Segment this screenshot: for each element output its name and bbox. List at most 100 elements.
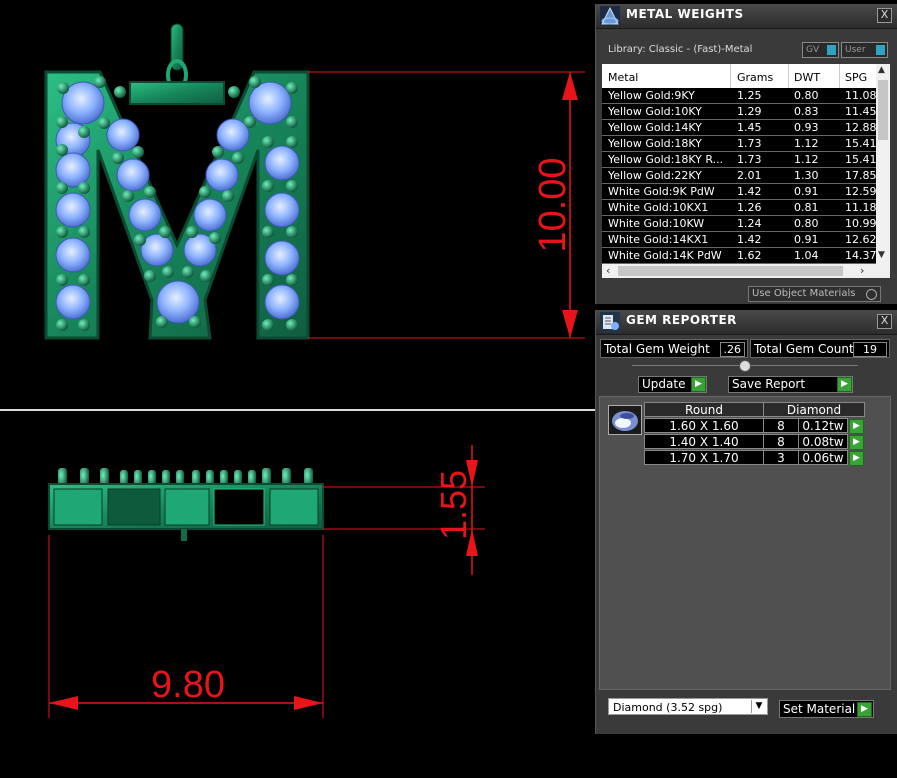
round-diamond-icon[interactable]	[608, 405, 642, 435]
metal-table-vscrollbar[interactable]: ▲ ▼	[876, 64, 890, 264]
set-material-button-label: Set Material	[783, 702, 856, 716]
gem-reporter-icon	[600, 312, 620, 332]
gem-count-cell: 3	[763, 450, 799, 465]
radio-knob-icon	[866, 289, 877, 300]
gem-row-action-icon[interactable]: ▶	[849, 451, 864, 466]
height-dimension-label: 10.00	[532, 157, 574, 252]
metal-name-cell: Yellow Gold:10KY	[608, 105, 702, 118]
gem-reporter-panel: GEM REPORTER X Total Gem Weight .26 Tota…	[595, 310, 897, 734]
gem-list-area: Round Diamond 1.60 X 1.60 8 0.12tw ▶ 1.40 X …	[599, 396, 891, 690]
gem-reporter-title: GEM REPORTER	[626, 313, 737, 327]
cad-drawing: 10.00 1.55 9.80	[0, 23, 595, 718]
close-icon[interactable]: X	[877, 314, 892, 329]
metal-name-cell: Yellow Gold:14KY	[608, 121, 702, 134]
splitter-handle[interactable]	[739, 360, 751, 372]
col-header-spg[interactable]: SPG	[845, 71, 867, 84]
metal-table-row[interactable]: Yellow Gold:22KY 2.01 1.30 17.85	[602, 168, 877, 184]
metal-table-row[interactable]: White Gold:10KW 1.24 0.80 10.99	[602, 216, 877, 232]
metal-table-row[interactable]: White Gold:10KX1 1.26 0.81 11.18	[602, 200, 877, 216]
user-toggle[interactable]: User	[841, 42, 888, 58]
dwt-cell: 0.83	[794, 105, 819, 118]
width-dimension-label: 9.80	[151, 664, 225, 706]
metal-table-hscrollbar[interactable]: ‹ ›	[602, 264, 890, 278]
metal-table-row[interactable]: Yellow Gold:10KY 1.29 0.83 11.45	[602, 104, 877, 120]
metal-weights-icon	[600, 6, 620, 26]
metal-table-row[interactable]: Yellow Gold:18KY 1.73 1.12 15.41	[602, 136, 877, 152]
gem-count-cell: 8	[763, 434, 799, 449]
grams-cell: 1.42	[737, 233, 762, 246]
dwt-cell: 0.93	[794, 121, 819, 134]
close-icon[interactable]: X	[877, 8, 892, 23]
dwt-cell: 0.80	[794, 217, 819, 230]
vscroll-thumb[interactable]	[878, 80, 888, 140]
total-gem-weight-box: Total Gem Weight .26	[600, 339, 748, 358]
dwt-cell: 1.04	[794, 249, 819, 262]
update-button[interactable]: Update ▶	[638, 376, 707, 393]
metal-table-row[interactable]: Yellow Gold:18KY R... 1.73 1.12 15.41	[602, 152, 877, 168]
col-header-dwt[interactable]: DWT	[794, 71, 820, 84]
metal-table-row[interactable]: White Gold:14K PdW 1.62 1.04 14.37	[602, 248, 877, 264]
scroll-left-icon[interactable]: ‹	[606, 264, 610, 277]
dwt-cell: 1.12	[794, 153, 819, 166]
material-select[interactable]: Diamond (3.52 spg) ▼	[608, 698, 768, 715]
gv-toggle[interactable]: GV	[802, 42, 839, 58]
dwt-cell: 0.80	[794, 89, 819, 102]
scroll-up-icon[interactable]: ▲	[878, 65, 885, 75]
gem-weight-cell: 0.12tw	[798, 418, 848, 433]
scroll-right-icon[interactable]: ›	[860, 264, 864, 277]
metal-table[interactable]: Metal Grams DWT SPG Yellow Gold:9KY 1.25 0…	[602, 64, 890, 278]
play-arrow-icon: ▶	[691, 377, 706, 392]
depth-dimension-label: 1.55	[433, 470, 474, 540]
cad-viewport[interactable]: 10.00 1.55 9.80	[0, 0, 595, 778]
gem-row-action-icon[interactable]: ▶	[849, 419, 864, 434]
hscroll-thumb[interactable]	[618, 266, 843, 276]
gem-size-cell: 1.40 X 1.40	[644, 434, 764, 449]
metal-table-header: Metal Grams DWT SPG	[602, 64, 876, 88]
total-gem-weight-value: .26	[719, 342, 745, 357]
user-toggle-label: User	[845, 45, 866, 55]
save-report-button-label: Save Report	[732, 377, 806, 391]
gem-row-action-icon[interactable]: ▶	[849, 435, 864, 450]
user-toggle-knob	[876, 45, 885, 55]
dwt-cell: 0.91	[794, 185, 819, 198]
grams-cell: 1.29	[737, 105, 762, 118]
col-header-metal[interactable]: Metal	[608, 71, 638, 84]
metal-name-cell: White Gold:10KX1	[608, 201, 709, 214]
update-button-label: Update	[642, 377, 686, 391]
grams-cell: 1.24	[737, 217, 762, 230]
total-gem-count-box: Total Gem Count 19	[750, 339, 890, 358]
metal-weights-title: METAL WEIGHTS	[626, 7, 744, 21]
col-header-grams[interactable]: Grams	[737, 71, 773, 84]
total-gem-weight-label: Total Gem Weight	[604, 342, 710, 356]
metal-name-cell: White Gold:14KX1	[608, 233, 709, 246]
total-gem-count-value: 19	[853, 342, 887, 357]
gem-weight-cell: 0.08tw	[798, 434, 848, 449]
library-label: Library: Classic - (Fast)-Metal	[608, 44, 753, 55]
chevron-down-icon[interactable]: ▼	[751, 700, 766, 713]
material-select-value: Diamond (3.52 spg)	[613, 701, 723, 714]
save-report-button[interactable]: Save Report ▶	[728, 376, 853, 393]
grams-cell: 1.42	[737, 185, 762, 198]
metal-name-cell: Yellow Gold:9KY	[608, 89, 695, 102]
dwt-cell: 0.81	[794, 201, 819, 214]
scroll-down-icon[interactable]: ▼	[878, 250, 885, 260]
gem-reporter-titlebar[interactable]: GEM REPORTER X	[596, 310, 897, 335]
metal-weights-titlebar[interactable]: METAL WEIGHTS X	[596, 4, 897, 29]
gem-table-header-shape: Round	[644, 402, 764, 417]
metal-weights-panel: METAL WEIGHTS X Library: Classic - (Fast…	[595, 4, 897, 304]
set-material-button[interactable]: Set Material ▶	[779, 700, 874, 718]
metal-name-cell: Yellow Gold:18KY R...	[608, 153, 724, 166]
metal-name-cell: White Gold:10KW	[608, 217, 705, 230]
metal-table-row[interactable]: Yellow Gold:9KY 1.25 0.80 11.08	[602, 88, 877, 104]
use-object-materials-label: Use Object Materials	[752, 288, 856, 299]
metal-table-row[interactable]: White Gold:9K PdW 1.42 0.91 12.59	[602, 184, 877, 200]
use-object-materials-toggle[interactable]: Use Object Materials	[748, 286, 881, 302]
grams-cell: 1.26	[737, 201, 762, 214]
metal-table-row[interactable]: White Gold:14KX1 1.42 0.91 12.62	[602, 232, 877, 248]
total-gem-count-label: Total Gem Count	[754, 342, 854, 356]
metal-name-cell: Yellow Gold:22KY	[608, 169, 702, 182]
play-arrow-icon: ▶	[857, 702, 872, 717]
gem-weight-cell: 0.06tw	[798, 450, 848, 465]
metal-table-row[interactable]: Yellow Gold:14KY 1.45 0.93 12.88	[602, 120, 877, 136]
grams-cell: 1.25	[737, 89, 762, 102]
